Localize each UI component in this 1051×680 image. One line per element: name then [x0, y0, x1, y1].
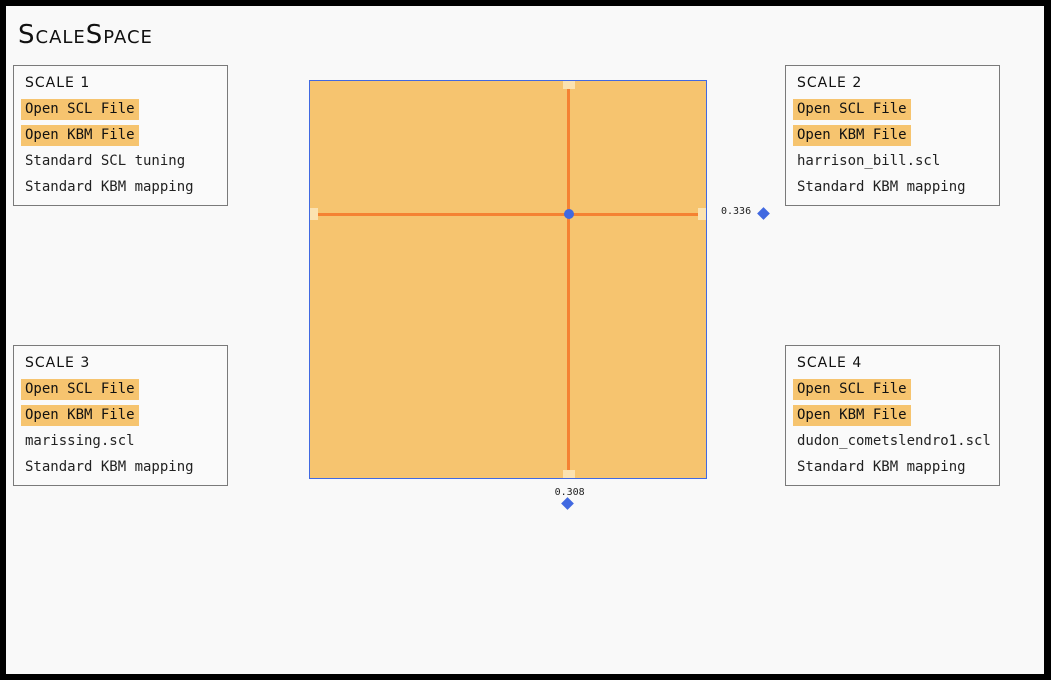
scale-1-panel: Scale 1 Open SCL File Open KBM File Stan…	[13, 65, 228, 206]
crosshair-right-end	[698, 208, 706, 221]
app-window: ScaleSpace Scale 1 Open SCL File Open KB…	[6, 6, 1044, 674]
crosshair-bottom-end	[562, 470, 575, 478]
scale-2-open-kbm-button[interactable]: Open KBM File	[793, 125, 911, 146]
scale-2-open-scl-button[interactable]: Open SCL File	[793, 99, 911, 120]
app-title: ScaleSpace	[18, 20, 153, 50]
scale-3-scl-name: marissing.scl	[25, 433, 135, 449]
scale-4-open-kbm-button[interactable]: Open KBM File	[793, 405, 911, 426]
y-value-readout: 0.336	[721, 206, 752, 218]
xy-pad-handle[interactable]	[563, 209, 574, 220]
vertical-crosshair	[567, 89, 571, 470]
y-slider-handle[interactable]	[757, 207, 770, 220]
scale-1-open-scl-button[interactable]: Open SCL File	[21, 99, 139, 120]
scale-1-open-kbm-button[interactable]: Open KBM File	[21, 125, 139, 146]
scale-2-scl-name: harrison_bill.scl	[797, 153, 941, 169]
scale-4-title: Scale 4	[797, 355, 863, 371]
x-slider-handle[interactable]	[561, 497, 574, 510]
crosshair-left-end	[310, 208, 318, 221]
scale-3-title: Scale 3	[25, 355, 91, 371]
crosshair-top-end	[562, 81, 575, 89]
scale-3-open-kbm-button[interactable]: Open KBM File	[21, 405, 139, 426]
scale-2-title: Scale 2	[797, 75, 863, 91]
scale-3-open-scl-button[interactable]: Open SCL File	[21, 379, 139, 400]
scale-2-panel: Scale 2 Open SCL File Open KBM File harr…	[785, 65, 1000, 206]
scale-1-kbm-name: Standard KBM mapping	[25, 179, 194, 195]
xy-pad[interactable]	[309, 80, 707, 479]
scale-4-scl-name: dudon_cometslendro1.scl	[797, 433, 991, 449]
scale-4-panel: Scale 4 Open SCL File Open KBM File dudo…	[785, 345, 1000, 486]
scale-1-scl-name: Standard SCL tuning	[25, 153, 186, 169]
scale-2-kbm-name: Standard KBM mapping	[797, 179, 966, 195]
scale-3-panel: Scale 3 Open SCL File Open KBM File mari…	[13, 345, 228, 486]
x-value-readout: 0.308	[554, 487, 585, 498]
horizontal-crosshair	[318, 212, 698, 216]
scale-4-kbm-name: Standard KBM mapping	[797, 459, 966, 475]
scale-3-kbm-name: Standard KBM mapping	[25, 459, 194, 475]
scale-1-title: Scale 1	[25, 75, 91, 91]
scale-4-open-scl-button[interactable]: Open SCL File	[793, 379, 911, 400]
